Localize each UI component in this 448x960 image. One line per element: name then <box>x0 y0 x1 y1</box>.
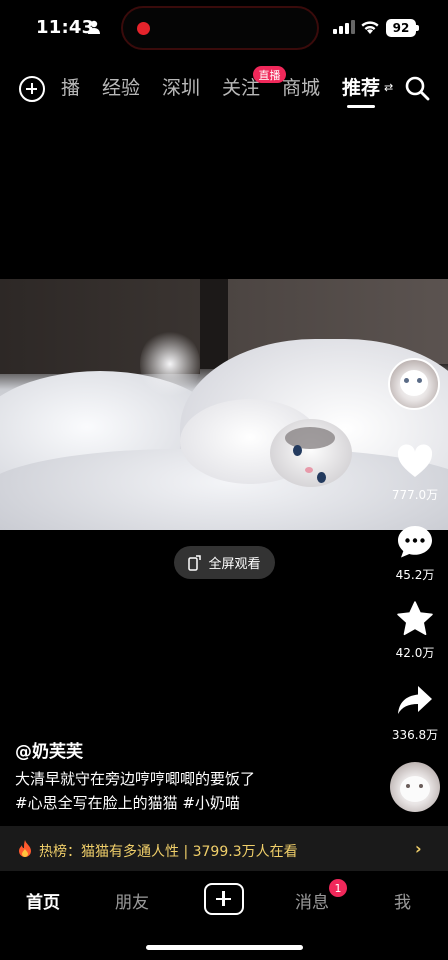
dynamic-island[interactable] <box>121 6 319 50</box>
nav-home[interactable]: 首页 <box>26 888 60 913</box>
fullscreen-icon <box>188 554 202 571</box>
like-count: 777.0万 <box>391 488 439 502</box>
person-icon <box>88 20 100 34</box>
tab-shenzhen[interactable]: 深圳 <box>162 76 200 100</box>
tab-mall[interactable]: 商城 <box>282 76 320 100</box>
add-icon[interactable] <box>19 76 45 102</box>
recording-indicator <box>137 22 150 35</box>
caption-hashtags[interactable]: #心思全写在脸上的猫猫 #小奶喵 <box>15 792 240 813</box>
fullscreen-label: 全屏观看 <box>208 557 261 572</box>
signal-icon <box>333 20 355 34</box>
caption-text: 大清早就守在旁边哼哼唧唧的要饭了 <box>15 770 256 788</box>
nav-messages[interactable]: 消息 <box>295 888 329 913</box>
hot-list-text[interactable]: 热榜：猫猫有多通人性 | 3799.3万人在看 <box>39 841 298 861</box>
music-disc[interactable] <box>390 762 440 812</box>
share-icon[interactable] <box>396 682 434 720</box>
video-cat-patch <box>285 427 335 449</box>
home-indicator <box>146 945 303 950</box>
wifi-icon <box>361 21 379 34</box>
tab-live[interactable]: 播 <box>61 76 80 100</box>
create-button[interactable] <box>204 883 244 915</box>
switch-icon[interactable]: ⇄ <box>384 81 393 94</box>
video-cat-eye <box>317 472 326 483</box>
battery-cap <box>416 25 419 31</box>
video-cat-tail <box>140 329 200 399</box>
comment-icon[interactable] <box>396 523 434 561</box>
search-icon[interactable] <box>404 75 430 101</box>
tab-experience[interactable]: 经验 <box>102 76 140 100</box>
share-count: 336.8万 <box>391 728 439 742</box>
battery-indicator: 92 <box>386 19 416 37</box>
comment-count: 45.2万 <box>395 568 435 582</box>
author-name[interactable]: @奶芙芙 <box>15 737 83 762</box>
fullscreen-button[interactable]: 全屏观看 <box>174 546 275 579</box>
active-tab-indicator <box>347 105 375 108</box>
message-badge: 1 <box>329 879 347 897</box>
fire-icon <box>19 840 31 857</box>
like-icon[interactable] <box>396 443 434 481</box>
chevron-right-icon[interactable]: › <box>415 839 422 858</box>
favorite-count: 42.0万 <box>395 646 435 660</box>
status-time: 11:43 <box>36 17 95 38</box>
video-doorframe <box>200 279 228 369</box>
tab-recommend[interactable]: 推荐 <box>342 76 380 100</box>
video-cat-eye <box>293 445 302 456</box>
video-cat-nose <box>305 467 313 473</box>
favorite-icon[interactable] <box>396 600 434 638</box>
author-avatar[interactable] <box>388 358 440 410</box>
nav-me[interactable]: 我 <box>394 888 411 913</box>
nav-friends[interactable]: 朋友 <box>115 888 149 913</box>
